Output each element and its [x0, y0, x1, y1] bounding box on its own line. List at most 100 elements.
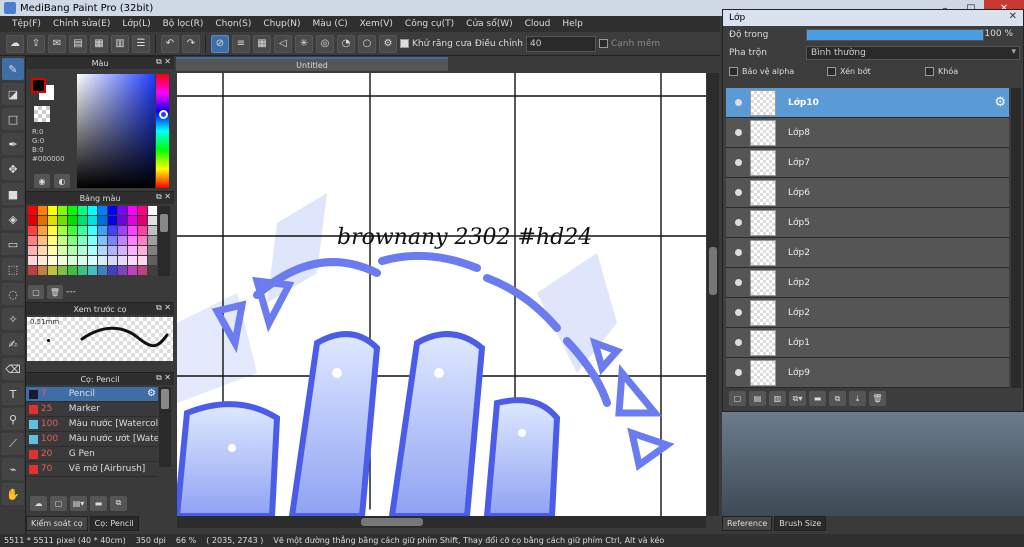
palette-swatch[interactable] — [138, 226, 147, 235]
eraser-tool-icon[interactable]: ◪ — [2, 83, 24, 105]
palette-swatch[interactable] — [148, 236, 157, 245]
delete-palette-icon[interactable]: 🗑 — [47, 285, 63, 299]
layer-scrollbar[interactable] — [1011, 88, 1021, 388]
antialias-checkbox[interactable] — [400, 39, 409, 48]
palette-swatch[interactable] — [118, 226, 127, 235]
palette-swatch[interactable] — [28, 246, 37, 255]
palette-swatch[interactable] — [78, 236, 87, 245]
cloud-brush-icon[interactable]: ☁ — [30, 495, 47, 511]
new-halftone-layer-icon[interactable]: ▤ — [749, 391, 766, 406]
delete-layer-icon[interactable]: 🗑 — [869, 391, 886, 406]
dropper-tool-icon[interactable]: ⌁ — [2, 458, 24, 480]
palette-swatch[interactable] — [128, 226, 137, 235]
palette-swatch[interactable] — [148, 226, 157, 235]
palette-swatch[interactable] — [28, 226, 37, 235]
visibility-eye-icon[interactable] — [726, 309, 750, 316]
layer-row[interactable]: Lớp2 — [726, 238, 1009, 268]
palette-swatch[interactable] — [98, 206, 107, 215]
menu-help[interactable]: Help — [556, 19, 589, 29]
palette-swatch[interactable] — [68, 226, 77, 235]
palette-swatch[interactable] — [68, 206, 77, 215]
palette-swatch[interactable] — [88, 226, 97, 235]
palette-swatch[interactable] — [118, 266, 127, 275]
layer-row[interactable]: Lớp10 ⚙ — [726, 88, 1009, 118]
palette-swatch[interactable] — [98, 266, 107, 275]
pen-tool-icon[interactable]: ✒ — [2, 133, 24, 155]
palette-swatch[interactable] — [58, 226, 67, 235]
brush-list-item[interactable]: 100 Màu nước [Watercolo — [26, 417, 158, 432]
palette-grid[interactable] — [28, 206, 157, 275]
correction-input[interactable]: 40 — [525, 35, 596, 52]
share-icon[interactable]: ⇪ — [27, 34, 45, 53]
move-tool-icon[interactable]: ✥ — [2, 158, 24, 180]
menu-file[interactable]: Tệp(F) — [6, 19, 47, 29]
select-eraser-tool-icon[interactable]: ⌫ — [2, 358, 24, 380]
palette-swatch[interactable] — [38, 206, 47, 215]
palette-swatch[interactable] — [98, 216, 107, 225]
palette-swatch[interactable] — [28, 266, 37, 275]
palette-swatch[interactable] — [138, 236, 147, 245]
palette-swatch[interactable] — [88, 236, 97, 245]
palette-swatch[interactable] — [128, 216, 137, 225]
palette-scrollbar[interactable] — [158, 206, 170, 276]
palette-swatch[interactable] — [38, 226, 47, 235]
brush-scrollbar[interactable] — [159, 387, 171, 467]
text-tool-icon[interactable]: T — [2, 383, 24, 405]
palette-swatch[interactable] — [58, 236, 67, 245]
protect-alpha-toggle[interactable]: Bảo vệ alpha — [729, 66, 827, 76]
add-layer-menu-icon[interactable]: ⧉▾ — [789, 391, 806, 406]
hand-tool-icon[interactable]: ✋ — [2, 483, 24, 505]
palette-swatch[interactable] — [108, 236, 117, 245]
brush-list-item[interactable]: 25 Marker — [26, 402, 158, 417]
soft-edge-checkbox[interactable] — [598, 39, 608, 48]
palette-swatch[interactable] — [98, 226, 107, 235]
soft-edge-toggle[interactable]: Cạnh mềm — [598, 39, 660, 49]
menu-cloud[interactable]: Cloud — [519, 19, 557, 29]
menu-select[interactable]: Chọn(S) — [209, 19, 257, 29]
palette-swatch[interactable] — [108, 246, 117, 255]
hue-slider[interactable] — [156, 74, 169, 188]
menu-edit[interactable]: Chỉnh sửa(E) — [47, 19, 116, 29]
visibility-eye-icon[interactable] — [726, 249, 750, 256]
palette-swatch[interactable] — [138, 256, 147, 265]
eyedropper-tool-icon[interactable]: ⟋ — [2, 433, 24, 455]
palette-swatch[interactable] — [108, 256, 117, 265]
layer-row[interactable]: Lớp8 — [726, 118, 1009, 148]
palette-swatch[interactable] — [148, 256, 157, 265]
file-icon[interactable]: ▤ — [69, 34, 87, 53]
palette-swatch[interactable] — [108, 216, 117, 225]
select-pen-tool-icon[interactable]: ✍ — [2, 333, 24, 355]
panel-controls[interactable]: ⧉ ✕ — [156, 192, 171, 202]
palette-swatch[interactable] — [128, 236, 137, 245]
merge-layer-icon[interactable]: ⤓ — [849, 391, 866, 406]
layer-row[interactable]: Lớp9 — [726, 358, 1009, 388]
palette-swatch[interactable] — [48, 266, 57, 275]
brush-list-item[interactable]: 20 G Pen — [26, 447, 158, 462]
palette-swatch[interactable] — [128, 256, 137, 265]
palette-swatch[interactable] — [108, 266, 117, 275]
brush-list-item[interactable]: 100 Màu nước ướt [Wate — [26, 432, 158, 447]
visibility-eye-icon[interactable] — [726, 279, 750, 286]
color-wheel-icon[interactable]: ◉ — [34, 174, 50, 188]
palette-swatch[interactable] — [98, 236, 107, 245]
duplicate-brush-icon[interactable]: ⧉ — [110, 495, 127, 511]
cross-snap-icon[interactable]: ▦ — [253, 34, 271, 53]
palette-swatch[interactable] — [88, 266, 97, 275]
palette-swatch[interactable] — [98, 246, 107, 255]
palette-swatch[interactable] — [148, 206, 157, 215]
redo-icon[interactable]: ↷ — [182, 34, 200, 53]
shape-tool-icon[interactable]: ■ — [2, 183, 24, 205]
concentric-snap-icon[interactable]: ◎ — [316, 34, 334, 53]
layer-row[interactable]: Lớp6 — [726, 178, 1009, 208]
duplicate-layer-icon[interactable]: ⧉ — [829, 391, 846, 406]
folder-icon[interactable]: ▬ — [809, 391, 826, 406]
snap-settings-icon[interactable]: ⚙ — [379, 34, 397, 53]
magic-wand-tool-icon[interactable]: ✧ — [2, 308, 24, 330]
palette-swatch[interactable] — [78, 246, 87, 255]
palette-swatch[interactable] — [68, 216, 77, 225]
palette-swatch[interactable] — [38, 216, 47, 225]
lock-checkbox[interactable] — [925, 66, 934, 76]
tab-reference[interactable]: Reference — [722, 516, 773, 531]
palette-swatch[interactable] — [38, 246, 47, 255]
palette-swatch[interactable] — [138, 206, 147, 215]
